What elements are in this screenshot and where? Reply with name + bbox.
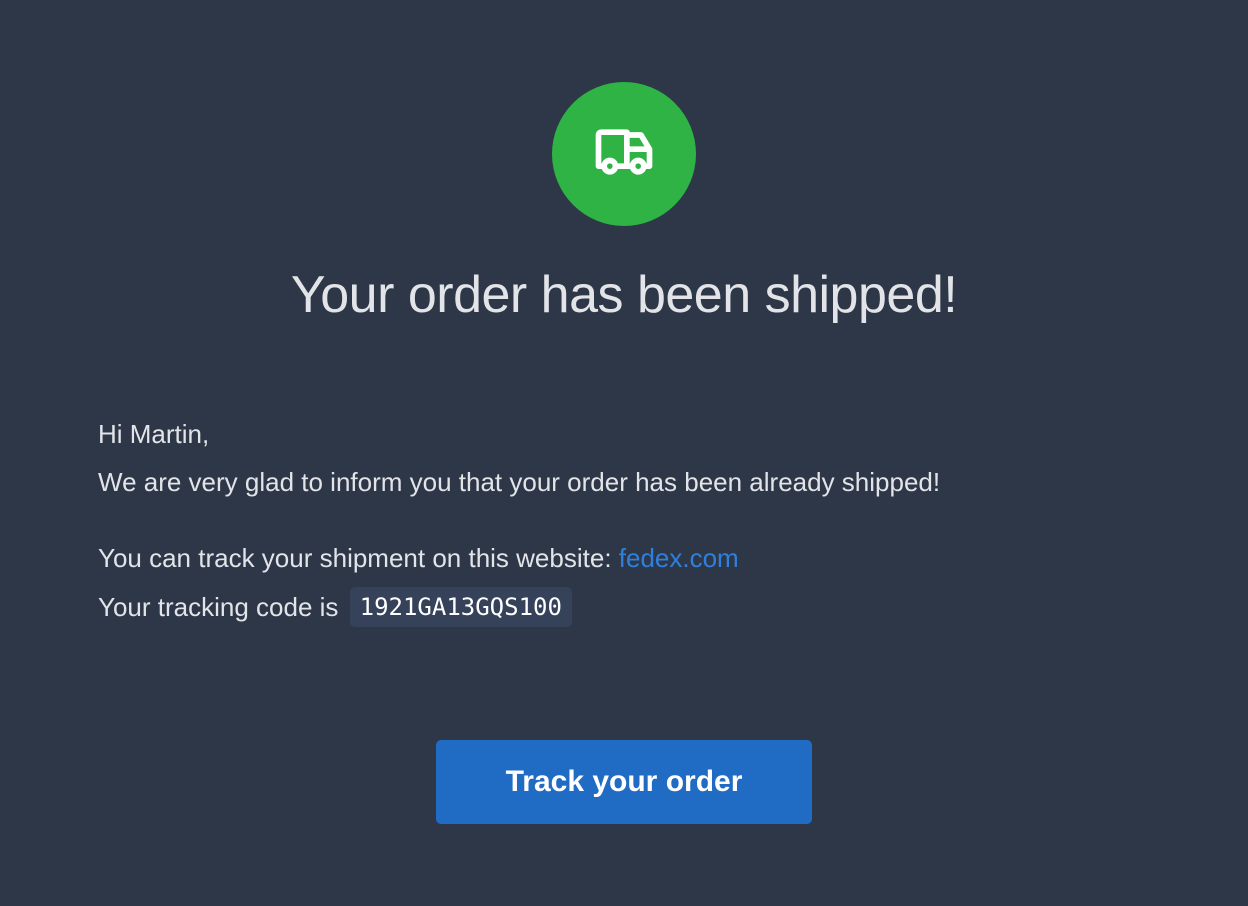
truck-icon bbox=[590, 118, 658, 191]
track-order-button[interactable]: Track your order bbox=[436, 740, 812, 824]
email-page: Your order has been shipped! Hi Martin, … bbox=[0, 0, 1248, 906]
tracking-code-line: Your tracking code is 1921GA13GQS100 bbox=[98, 587, 572, 629]
shipped-info-text: We are very glad to inform you that your… bbox=[98, 467, 941, 497]
greeting-text: Hi Martin, bbox=[98, 419, 210, 449]
track-website-label: You can track your shipment on this webs… bbox=[98, 543, 619, 573]
tracking-code: 1921GA13GQS100 bbox=[349, 587, 572, 627]
track-website-line: You can track your shipment on this webs… bbox=[98, 541, 739, 575]
page-title: Your order has been shipped! bbox=[290, 266, 958, 324]
shipping-badge bbox=[552, 82, 696, 226]
fedex-link[interactable]: fedex.com bbox=[619, 543, 739, 573]
tracking-code-label: Your tracking code is bbox=[98, 591, 346, 622]
